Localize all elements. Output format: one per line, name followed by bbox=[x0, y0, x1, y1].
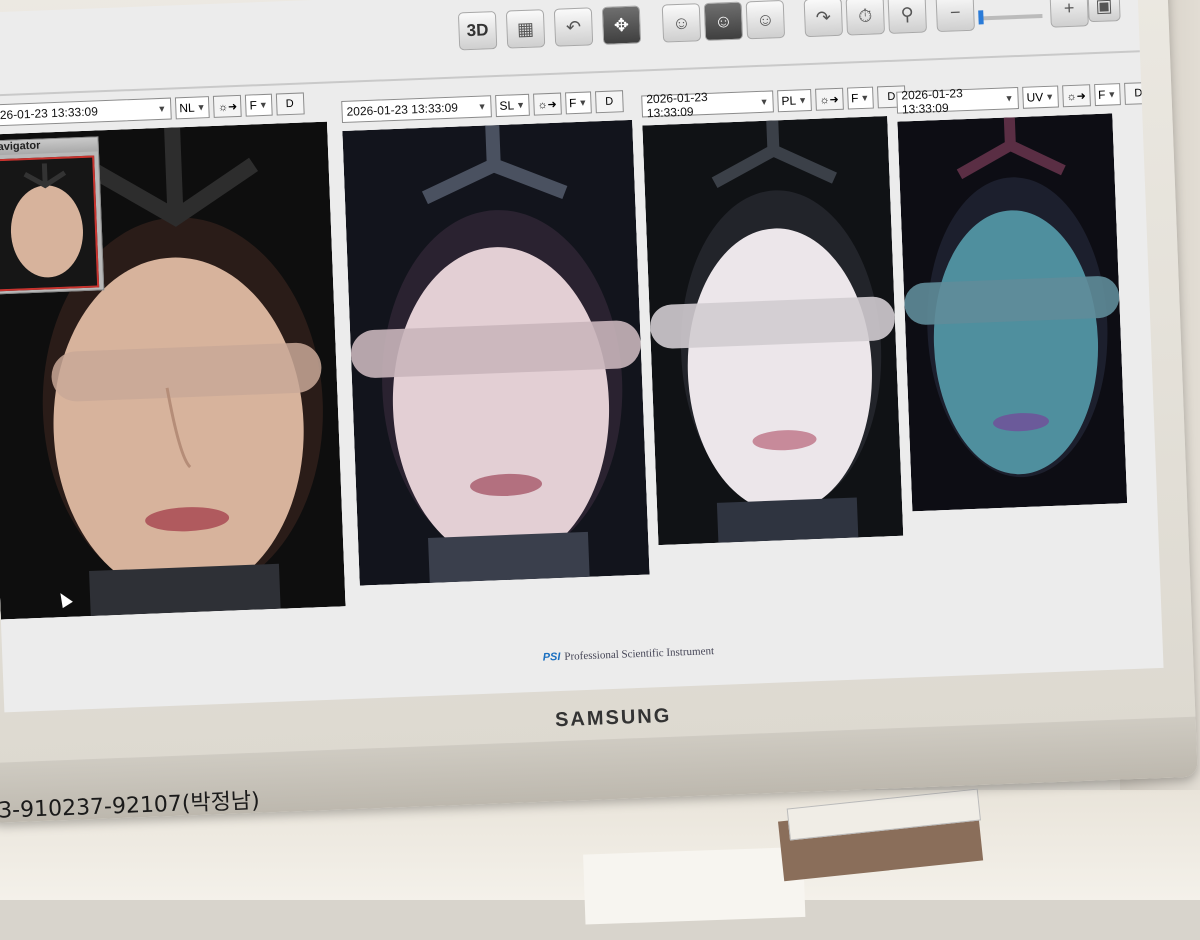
datetime-select[interactable]: 2026-01-23 13:33:09 ▼ bbox=[896, 86, 1019, 117]
redo-button[interactable]: ↷ bbox=[803, 0, 844, 38]
datetime-select[interactable]: 2026-01-23 13:33:09 ▼ bbox=[341, 95, 492, 123]
zoom-in-button[interactable]: + bbox=[1049, 0, 1089, 28]
monitor: SAMSUNG 3-910237-92107(박정남) – □ × 3D ▦ ↶… bbox=[0, 0, 1200, 883]
panel-header: 2026-01-23 13:33:09 ▼ PL ▼ ☼➜ F ▼ D bbox=[641, 85, 906, 121]
face-right-button[interactable]: ☺ bbox=[745, 0, 786, 40]
datetime-value: 2026-01-23 13:33:09 bbox=[0, 104, 99, 123]
move-button[interactable]: ✥ bbox=[601, 5, 642, 45]
user-search-icon: ⚲ bbox=[900, 3, 915, 24]
timer-icon: ⏱ bbox=[857, 5, 873, 26]
user-search-button[interactable]: ⚲ bbox=[887, 0, 927, 34]
light-button[interactable]: ☼➜ bbox=[213, 94, 242, 118]
mode-select[interactable]: PL ▼ bbox=[777, 88, 812, 113]
face-image bbox=[897, 113, 1128, 512]
light-arrow-icon: ☼➜ bbox=[537, 98, 557, 111]
timer-button[interactable]: ⏱ bbox=[845, 0, 886, 36]
view-select[interactable]: F ▼ bbox=[564, 91, 592, 115]
light-arrow-icon: ☼➜ bbox=[217, 100, 238, 114]
datetime-value: 2026-01-23 13:33:09 bbox=[646, 89, 708, 121]
face-front-icon: ☺ bbox=[713, 10, 733, 32]
face-left-button[interactable]: ☺ bbox=[661, 3, 702, 43]
privacy-blur bbox=[51, 342, 322, 402]
navigator-thumbnail[interactable] bbox=[0, 155, 100, 292]
panel-header: 2026-01-23 13:33:09 ▼ SL ▼ ☼➜ F ▼ D bbox=[341, 90, 624, 123]
move-icon: ✥ bbox=[613, 14, 630, 35]
image-panel-uv: 2026-01-23 13:33:09 ▼ UV ▼ ☼➜ F ▼ D bbox=[896, 81, 1153, 551]
panel-header: 2026-01-23 13:33:09 ▼ UV ▼ ☼➜ F ▼ D bbox=[896, 81, 1153, 117]
zoom-slider[interactable] bbox=[978, 10, 1043, 25]
datetime-value: 2026-01-23 13:33:09 bbox=[346, 100, 459, 119]
navigator-panel[interactable]: Navigator bbox=[0, 136, 105, 295]
zoom-out-button[interactable]: − bbox=[935, 0, 975, 33]
undo-icon: ↶ bbox=[565, 16, 582, 37]
mode-value: UV bbox=[1026, 90, 1044, 105]
face-image bbox=[342, 119, 650, 586]
image-panel-sl: 2026-01-23 13:33:09 ▼ SL ▼ ☼➜ F ▼ D bbox=[341, 90, 655, 601]
face-photo-uv bbox=[897, 113, 1128, 512]
grid-button[interactable]: ▦ bbox=[505, 9, 546, 49]
zoom-in-icon: + bbox=[1063, 0, 1075, 18]
view-value: F bbox=[249, 98, 258, 113]
mode-select[interactable]: UV ▼ bbox=[1022, 85, 1059, 109]
mode-value: PL bbox=[781, 93, 797, 109]
face-image bbox=[642, 116, 904, 546]
view-value: F bbox=[850, 91, 859, 106]
light-arrow-icon: ☼➜ bbox=[819, 93, 839, 107]
face-left-icon: ☺ bbox=[671, 12, 691, 33]
navigator-thumb-image bbox=[0, 157, 98, 290]
monitor-brand: SAMSUNG bbox=[554, 704, 672, 732]
3d-button[interactable]: 3D bbox=[457, 10, 498, 51]
light-arrow-icon: ☼➜ bbox=[1066, 89, 1087, 103]
zoom-out-icon: − bbox=[949, 1, 961, 23]
datetime-select[interactable]: 2026-01-23 13:33:09 ▼ bbox=[641, 89, 774, 121]
mode-value: NL bbox=[179, 100, 195, 116]
privacy-blur bbox=[904, 276, 1120, 325]
view-select[interactable]: F ▼ bbox=[1093, 83, 1121, 107]
zoom-slider-knob[interactable] bbox=[978, 10, 984, 25]
view-value: F bbox=[1097, 87, 1106, 102]
face-right-icon: ☺ bbox=[755, 8, 775, 30]
undo-button[interactable]: ↶ bbox=[553, 7, 594, 47]
navigator-title: Navigator bbox=[0, 137, 98, 156]
grid-icon: ▦ bbox=[516, 18, 535, 39]
save-button[interactable]: ▣ bbox=[1087, 0, 1121, 23]
panel-header: 2026-01-23 13:33:09 ▼ NL ▼ ☼➜ F ▼ D bbox=[0, 92, 305, 127]
face-photo-pl bbox=[642, 116, 904, 546]
psi-logo: PSI bbox=[542, 650, 561, 664]
save-icon: ▣ bbox=[1095, 0, 1113, 16]
mode-value: SL bbox=[499, 98, 515, 113]
datetime-select[interactable]: 2026-01-23 13:33:09 ▼ bbox=[0, 97, 172, 127]
light-button[interactable]: ☼➜ bbox=[814, 87, 844, 111]
privacy-blur bbox=[650, 296, 895, 349]
face-photo-sl bbox=[342, 119, 650, 586]
app-screen: – □ × 3D ▦ ↶ ✥ ☺ ☺ ☺ ↷ ⏱ ⚲ − + ▣ 2026-01… bbox=[0, 0, 1164, 713]
view-select[interactable]: F ▼ bbox=[245, 93, 273, 117]
view-select[interactable]: F ▼ bbox=[846, 86, 874, 110]
mode-select[interactable]: NL ▼ bbox=[174, 96, 211, 120]
light-button[interactable]: ☼➜ bbox=[1061, 84, 1091, 108]
view-value: F bbox=[568, 95, 577, 111]
mode-select[interactable]: SL ▼ bbox=[495, 93, 530, 118]
d-button[interactable]: D bbox=[275, 92, 305, 116]
footer-text: Professional Scientific Instrument bbox=[564, 645, 715, 663]
redo-icon: ↷ bbox=[815, 6, 832, 28]
footer-brand: PSI Professional Scientific Instrument bbox=[542, 645, 714, 664]
light-button[interactable]: ☼➜ bbox=[532, 92, 562, 116]
d-button[interactable]: D bbox=[594, 90, 624, 114]
image-panel-pl: 2026-01-23 13:33:09 ▼ PL ▼ ☼➜ F ▼ D bbox=[641, 85, 909, 575]
face-front-button[interactable]: ☺ bbox=[703, 1, 744, 41]
datetime-value: 2026-01-23 13:33:09 bbox=[901, 86, 964, 117]
